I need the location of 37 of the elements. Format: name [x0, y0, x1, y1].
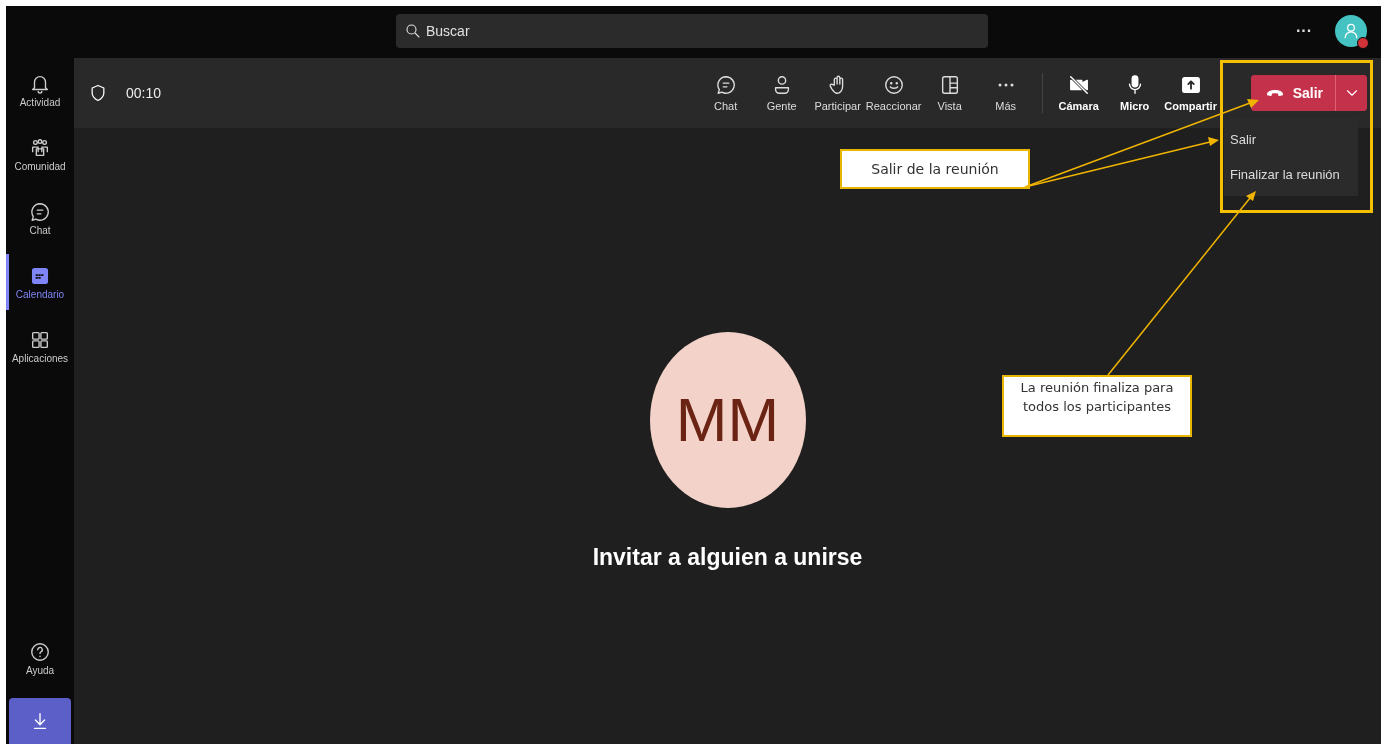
toolbar-button[interactable]: Gente [753, 74, 810, 112]
chat-bubble-icon [714, 74, 737, 96]
share-screen-icon [1179, 74, 1202, 96]
toolbar-button[interactable]: Chat [697, 74, 754, 112]
smiley-icon [882, 74, 905, 96]
sidebar-item[interactable]: Actividad [6, 58, 74, 122]
sidebar-item[interactable]: Aplicaciones [6, 314, 74, 378]
help-icon [29, 640, 51, 663]
camera-off-icon [1067, 74, 1090, 96]
search-field[interactable]: Buscar [396, 14, 988, 48]
user-avatar[interactable] [1335, 15, 1367, 47]
sidebar-item[interactable]: Comunidad [6, 122, 74, 186]
annotation-callout: Salir de la reunión [840, 149, 1030, 189]
more-dots-icon [997, 83, 1014, 87]
search-icon [404, 22, 422, 40]
device-button[interactable]: Cámara [1050, 74, 1107, 112]
invite-text: Invitar a alguien a unirse [592, 543, 863, 571]
status-dot [1357, 37, 1369, 49]
help-button[interactable]: Ayuda [6, 626, 74, 690]
leave-options-button[interactable] [1335, 75, 1367, 111]
sidebar-item[interactable]: Chat [6, 186, 74, 250]
meeting-timer: 00:10 [126, 85, 162, 101]
menu-item[interactable]: Salir [1224, 122, 1358, 157]
device-button[interactable]: Micro [1106, 74, 1163, 112]
annotation-callout: La reunión finaliza para todos los participantes [1002, 375, 1192, 437]
toolbar-button[interactable]: Participar [809, 74, 866, 112]
toolbar-button[interactable]: Más [977, 74, 1034, 112]
toolbar-button[interactable]: Vista [921, 74, 978, 112]
more-options-button[interactable]: ··· [1296, 22, 1312, 40]
participant-avatar: MM [649, 331, 806, 508]
download-button[interactable] [9, 698, 71, 744]
menu-item[interactable]: Finalizar la reunión [1224, 157, 1358, 192]
sidebar-item[interactable]: Calendario [6, 250, 74, 314]
chat-bubble-icon [29, 200, 51, 223]
device-button[interactable]: Compartir [1162, 74, 1219, 112]
toolbar-button[interactable]: Reaccionar [865, 74, 922, 112]
people-group-icon [29, 136, 51, 159]
